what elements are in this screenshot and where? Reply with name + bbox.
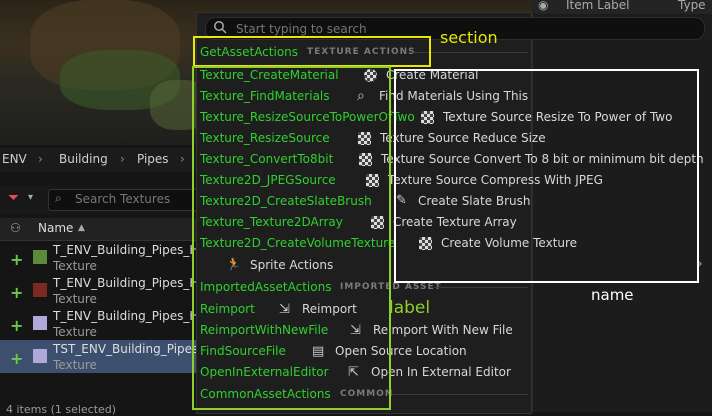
section-divider — [434, 287, 528, 288]
column-item-label[interactable]: Item Label — [566, 0, 630, 12]
annotation-box-section — [193, 36, 431, 67]
add-icon[interactable]: + — [10, 250, 23, 269]
breadcrumb-separator: › — [180, 152, 185, 166]
menu-item-label[interactable]: Reimport With New File — [373, 323, 513, 337]
add-icon[interactable]: + — [10, 316, 23, 335]
asset-name: TST_ENV_Building_Pipes_ — [53, 342, 205, 356]
menu-item-label[interactable]: Open In External Editor — [371, 365, 511, 379]
asset-type: Texture — [53, 259, 97, 273]
columns-icon[interactable]: ⚇ — [10, 221, 21, 235]
texture-thumbnail — [33, 250, 47, 264]
annotation-label-label: label — [389, 298, 431, 318]
add-icon[interactable]: + — [10, 283, 23, 302]
chevron-down-icon[interactable]: ▾ — [28, 192, 33, 203]
asset-row[interactable]: + T_ENV_Building_Pipes_Hole Texture — [0, 241, 216, 274]
asset-row[interactable]: + T_ENV_Building_Pipes_Hole Texture — [0, 307, 216, 340]
breadcrumb-pipes[interactable]: Pipes — [137, 152, 169, 166]
section-divider — [392, 394, 528, 395]
search-icon — [214, 21, 227, 34]
details-panel-header: ◉ Item Label Type — [532, 0, 712, 14]
texture-search-placeholder: Search Textures — [75, 192, 171, 206]
texture-thumbnail — [33, 349, 47, 363]
content-toolbar: ⏷ ▾ ⌕ Search Textures — [0, 186, 202, 214]
texture-thumbnail — [33, 316, 47, 330]
asset-list-header: ⚇ Name ▲ — [0, 218, 200, 241]
asset-count-status: 4 items (1 selected) — [6, 403, 117, 416]
breadcrumb-separator: › — [120, 152, 125, 166]
details-header-icon: ◉ — [538, 0, 549, 12]
texture-thumbnail — [33, 283, 47, 297]
asset-type: Texture — [53, 358, 97, 372]
texture-search-box[interactable]: ⌕ Search Textures — [48, 189, 202, 211]
filter-icon[interactable]: ⏷ — [8, 190, 19, 206]
sort-ascending-icon: ▲ — [78, 223, 85, 233]
annotation-box-name — [394, 69, 699, 283]
breadcrumb-env[interactable]: ENV — [2, 152, 27, 166]
asset-type: Texture — [53, 292, 97, 306]
add-icon[interactable]: + — [10, 349, 23, 368]
annotation-box-label — [192, 66, 391, 410]
annotation-label-name: name — [591, 286, 634, 304]
asset-type: Texture — [53, 325, 97, 339]
search-icon: ⌕ — [55, 191, 62, 205]
annotation-label-section: section — [440, 28, 498, 47]
asset-row[interactable]: + T_ENV_Building_Pipes_Hole Texture — [0, 274, 216, 307]
column-name[interactable]: Name — [38, 221, 73, 235]
column-type[interactable]: Type — [678, 0, 706, 12]
asset-row[interactable]: + TST_ENV_Building_Pipes_ Texture — [0, 340, 204, 373]
breadcrumb: ENV › Building › Pipes › — [0, 148, 200, 172]
breadcrumb-separator: › — [38, 152, 43, 166]
breadcrumb-building[interactable]: Building — [59, 152, 108, 166]
